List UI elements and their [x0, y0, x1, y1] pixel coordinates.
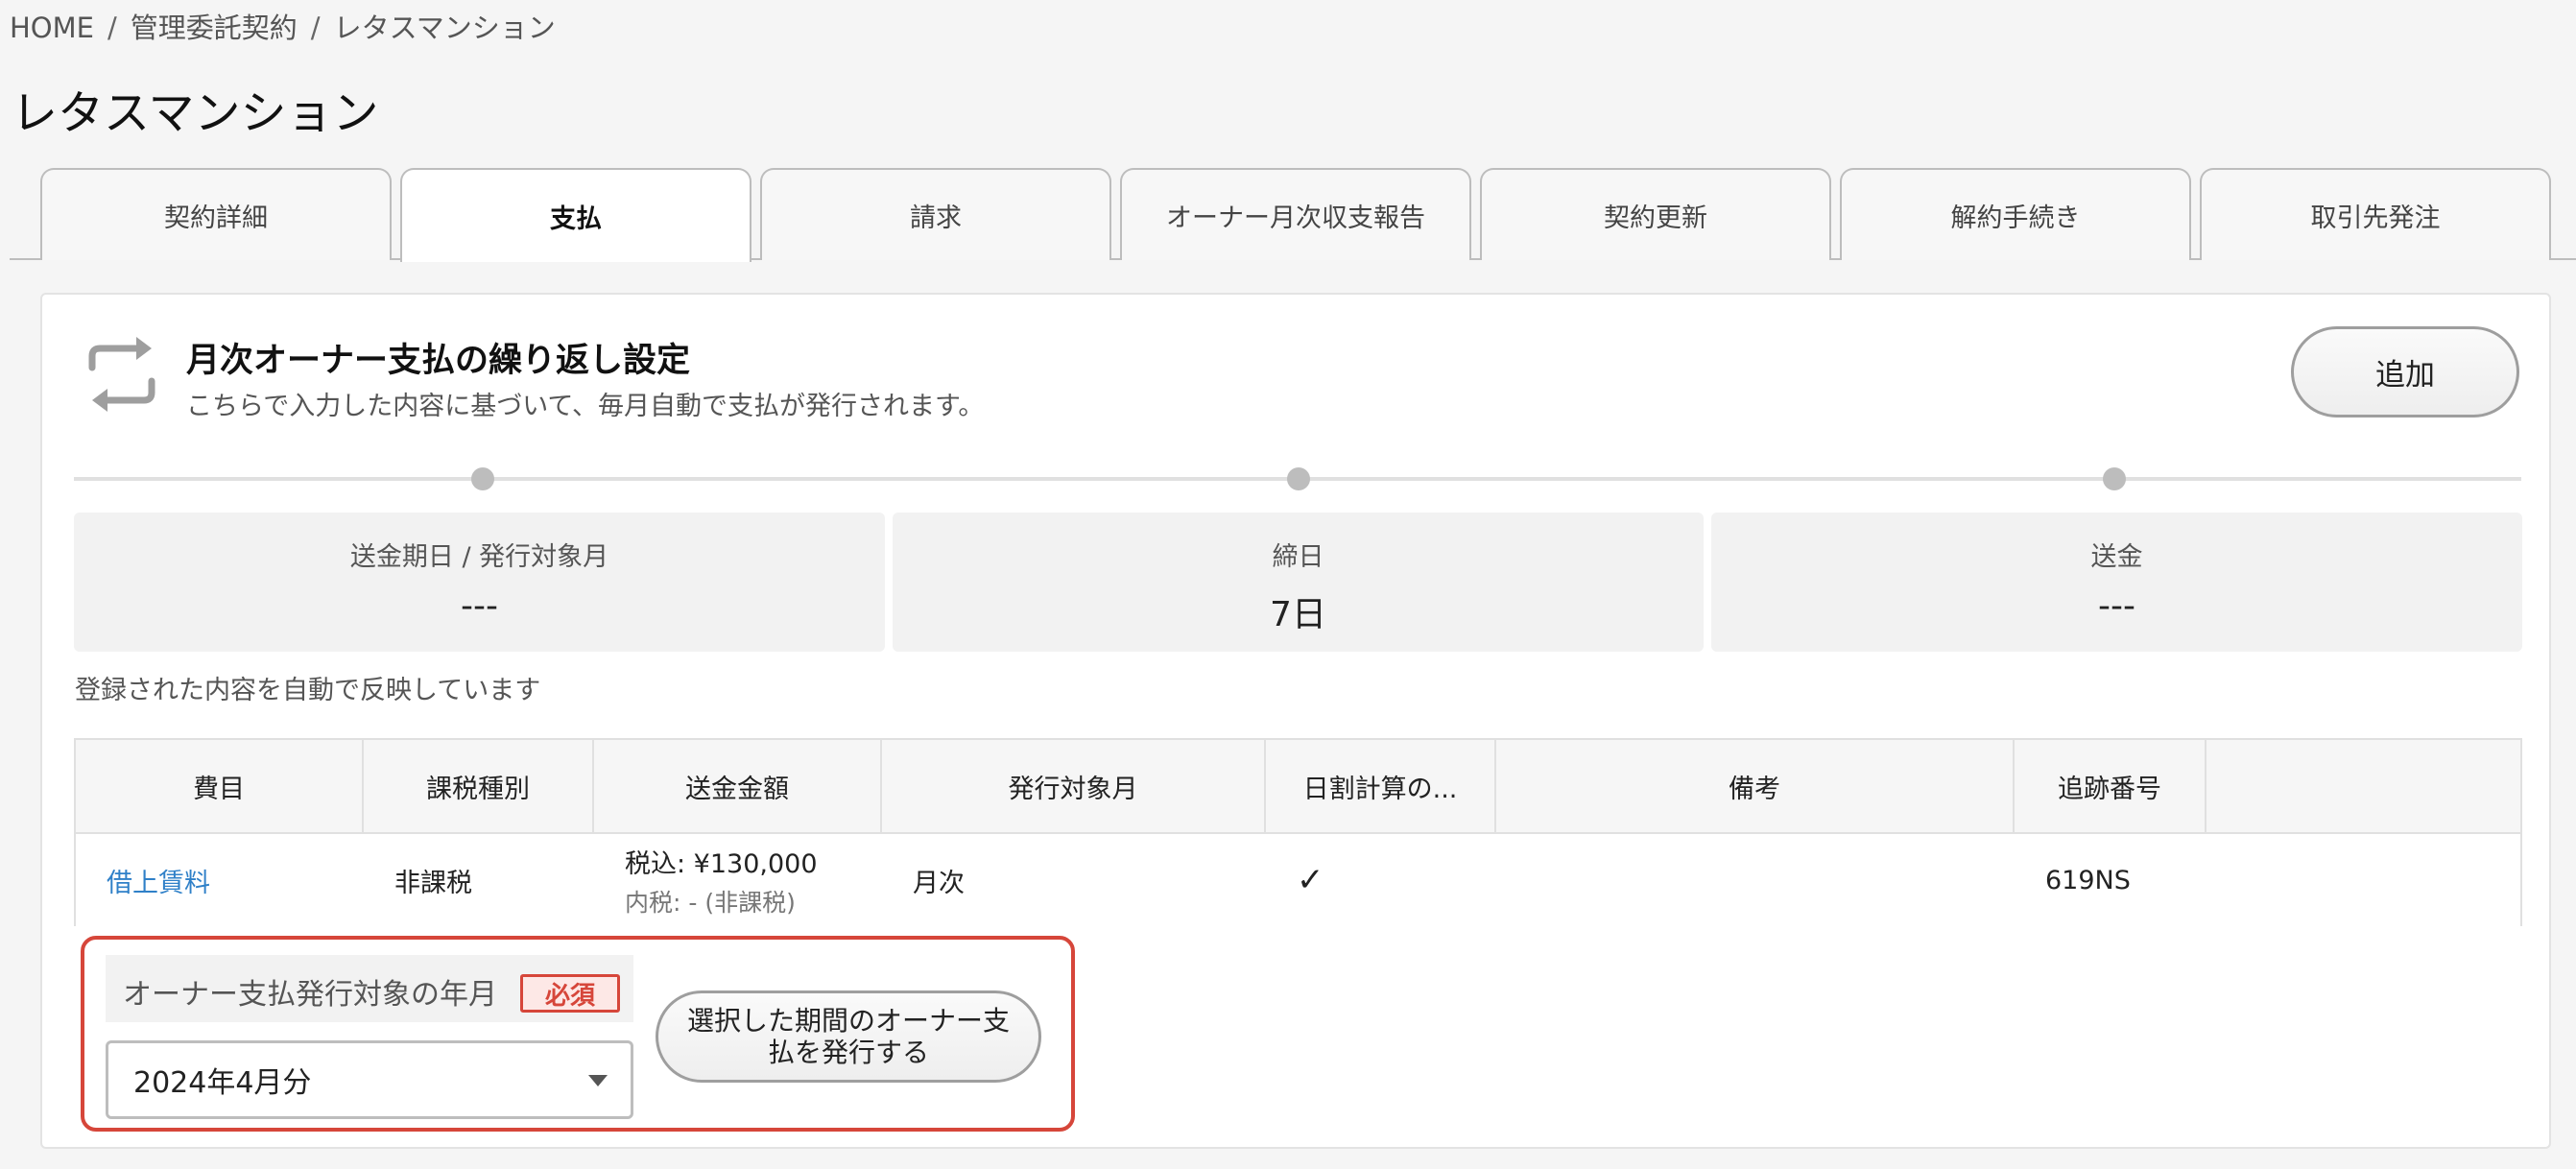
- issue-month-select[interactable]: 2024年4月分: [106, 1040, 633, 1119]
- auto-reflect-note: 登録された内容を自動で反映しています: [75, 676, 541, 705]
- payment-table: 費目 課税種別 送金金額 発行対象月 日割計算の... 備考 追跡番号 借上賃料…: [74, 738, 2522, 926]
- table-row[interactable]: 借上賃料 非課税 税込: ¥130,000 内税: - (非課税) 月次 ✓ 6…: [76, 834, 2520, 926]
- cell-target-month: 月次: [913, 868, 965, 898]
- column-header-tax-type[interactable]: 課税種別: [364, 740, 594, 832]
- summary-value: ---: [461, 586, 498, 626]
- repeat-icon: [88, 337, 155, 412]
- required-badge: 必須: [520, 974, 620, 1013]
- issue-payment-box: オーナー支払発行対象の年月 必須 2024年4月分 選択した期間のオーナー支払を…: [81, 936, 1075, 1132]
- breadcrumb: HOME / 管理委託契約 / レタスマンション: [10, 6, 556, 46]
- chevron-down-icon: [588, 1075, 608, 1086]
- panel-title: 月次オーナー支払の繰り返し設定: [186, 342, 691, 380]
- selected-month-value: 2024年4月分: [133, 1066, 312, 1100]
- issue-month-label: オーナー支払発行対象の年月: [123, 978, 497, 1012]
- amount-tax-included: 税込: ¥130,000: [625, 848, 818, 879]
- column-header-target-month[interactable]: 発行対象月: [882, 740, 1266, 832]
- summary-card-due-date: 送金期日 / 発行対象月 ---: [74, 513, 885, 652]
- amount-internal-tax: 内税: - (非課税): [625, 888, 796, 917]
- tab-bar: 契約詳細 支払 請求 オーナー月次収支報告 契約更新 解約手続き 取引先発注: [10, 168, 2576, 262]
- tab-contract-details[interactable]: 契約詳細: [40, 168, 392, 260]
- breadcrumb-separator: /: [107, 12, 117, 44]
- timeline-dot: [471, 467, 494, 490]
- tab-billing[interactable]: 請求: [760, 168, 1111, 260]
- page-title: レタスマンション: [12, 86, 379, 140]
- column-header-note[interactable]: 備考: [1496, 740, 2015, 832]
- timeline-dot: [2103, 467, 2126, 490]
- summary-card-remittance: 送金 ---: [1711, 513, 2522, 652]
- tab-payment[interactable]: 支払: [400, 168, 751, 262]
- column-header-tracking[interactable]: 追跡番号: [2015, 740, 2206, 832]
- recurring-payment-panel: 月次オーナー支払の繰り返し設定 こちらで入力した内容に基づいて、毎月自動で支払が…: [40, 293, 2551, 1149]
- table-header: 費目 課税種別 送金金額 発行対象月 日割計算の... 備考 追跡番号: [76, 740, 2520, 834]
- column-header-prorated[interactable]: 日割計算の...: [1266, 740, 1496, 832]
- breadcrumb-home[interactable]: HOME: [10, 12, 94, 44]
- summary-card-closing-day: 締日 7日: [893, 513, 1704, 652]
- cell-item-link[interactable]: 借上賃料: [76, 834, 364, 926]
- breadcrumb-contracts[interactable]: 管理委託契約: [131, 12, 298, 44]
- column-header-item[interactable]: 費目: [76, 740, 364, 832]
- panel-subtitle: こちらで入力した内容に基づいて、毎月自動で支払が発行されます。: [186, 392, 985, 421]
- summary-value: ---: [2098, 586, 2135, 626]
- cell-tax-type: 非課税: [394, 868, 472, 898]
- timeline-dot: [1287, 467, 1310, 490]
- cell-tracking-number: 619NS: [2045, 865, 2131, 895]
- tab-contract-renewal[interactable]: 契約更新: [1480, 168, 1831, 260]
- issue-payment-button[interactable]: 選択した期間のオーナー支払を発行する: [656, 990, 1041, 1083]
- breadcrumb-separator: /: [310, 12, 321, 44]
- column-header-actions: [2206, 740, 2520, 832]
- summary-label: 締日: [1272, 542, 1324, 572]
- summary-label: 送金期日 / 発行対象月: [349, 542, 609, 572]
- tab-owner-monthly-report[interactable]: オーナー月次収支報告: [1120, 168, 1471, 260]
- cell-note: [1496, 834, 2015, 926]
- summary-label: 送金: [2090, 542, 2143, 572]
- add-button[interactable]: 追加: [2291, 326, 2519, 418]
- column-header-amount[interactable]: 送金金額: [594, 740, 882, 832]
- cell-amount: 税込: ¥130,000 内税: - (非課税): [594, 834, 882, 926]
- breadcrumb-current: レタスマンション: [333, 12, 556, 44]
- cell-prorated-check: ✓: [1297, 861, 1324, 899]
- tab-vendor-orders[interactable]: 取引先発注: [2200, 168, 2551, 260]
- tab-cancellation[interactable]: 解約手続き: [1840, 168, 2191, 260]
- summary-value: 7日: [1270, 595, 1326, 634]
